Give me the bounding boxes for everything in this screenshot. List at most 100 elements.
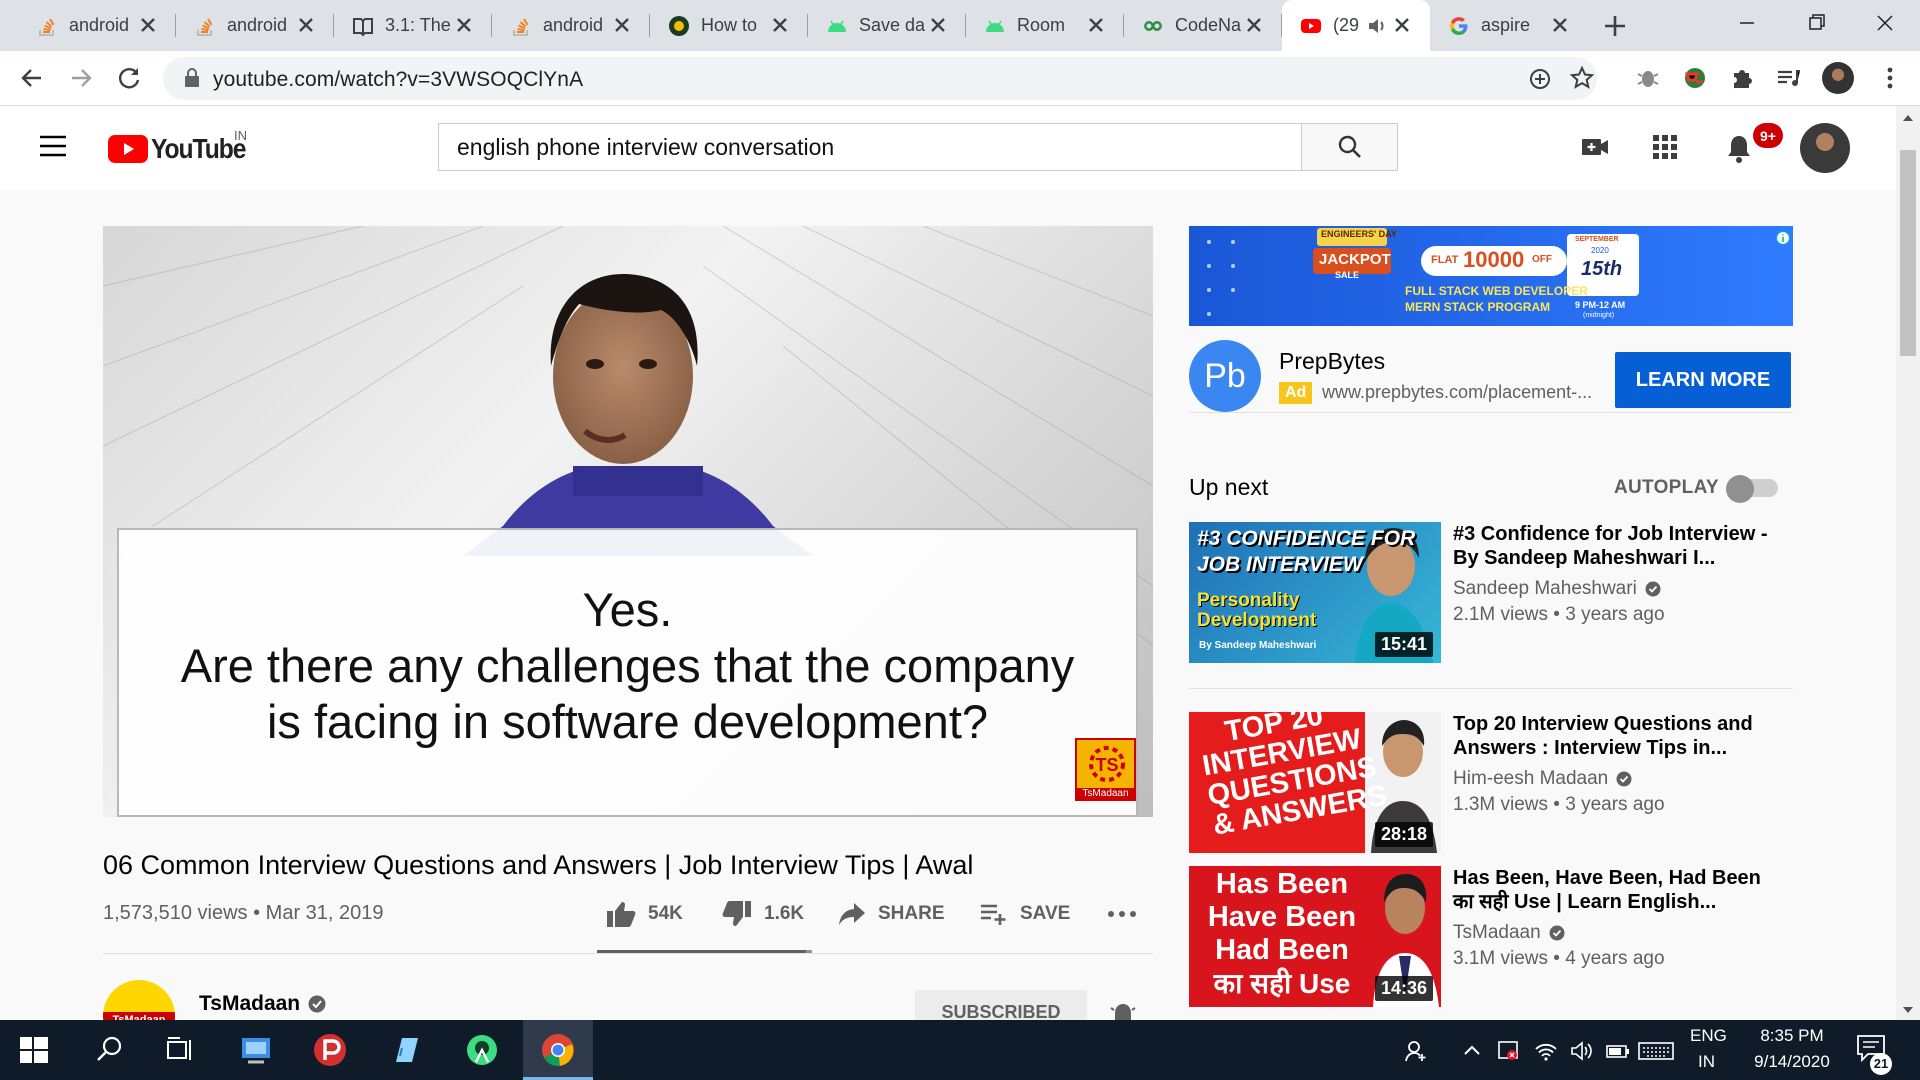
lock-icon[interactable] (183, 68, 201, 88)
like-button[interactable]: 54K (606, 894, 683, 934)
autoplay-toggle[interactable] (1726, 475, 1778, 503)
notepad-icon[interactable] (388, 1032, 424, 1068)
volume-icon[interactable] (1570, 1040, 1594, 1062)
address-bar[interactable]: youtube.com/watch?v=3VWSOQClYnA (163, 57, 1597, 100)
security-alert-icon[interactable] (1496, 1040, 1520, 1062)
save-button[interactable]: SAVE (980, 894, 1070, 934)
ad-badge: Ad (1279, 382, 1313, 404)
window-close-icon[interactable] (1862, 8, 1908, 38)
recommended-video[interactable]: Has Been Have Been Had Been का सही Use 1… (1189, 866, 1809, 1007)
bookmark-star-icon[interactable] (1569, 65, 1595, 91)
channel-name[interactable]: TsMadaan (199, 992, 326, 1016)
back-icon[interactable] (18, 64, 46, 92)
ad-banner[interactable]: ENGINEERS' DAY JACKPOT SALE FLAT 10000 O… (1189, 226, 1793, 326)
tab-android-1[interactable]: android (18, 0, 176, 51)
dislike-button[interactable]: 1.6K (722, 894, 804, 934)
task-view-icon[interactable] (162, 1032, 198, 1068)
video-title[interactable]: Top 20 Interview Questions and Answers :… (1453, 712, 1783, 760)
channel-bell-icon[interactable] (1108, 1002, 1138, 1020)
close-tab-icon[interactable] (1242, 13, 1266, 37)
video-title[interactable]: Has Been, Have Been, Had Been का सही Use… (1453, 866, 1783, 914)
create-video-icon[interactable] (1580, 132, 1610, 162)
video-player[interactable]: Yes. Are there any challenges that the c… (103, 226, 1153, 817)
close-tab-icon[interactable] (768, 13, 792, 37)
input-language[interactable]: ENG (1690, 1026, 1727, 1046)
input-region[interactable]: IN (1698, 1052, 1715, 1072)
ad-card[interactable]: Pb PrepBytes Ad www.prepbytes.com/placem… (1189, 340, 1793, 412)
close-tab-icon[interactable] (294, 13, 318, 37)
restore-icon[interactable] (1794, 8, 1840, 38)
close-tab-icon[interactable] (1084, 13, 1108, 37)
people-icon[interactable] (1404, 1040, 1428, 1062)
tab-room[interactable]: Room (966, 0, 1124, 51)
divider (1189, 412, 1793, 413)
hamburger-menu-icon[interactable] (38, 134, 68, 158)
page-scrollbar[interactable] (1896, 106, 1920, 1020)
recommended-video[interactable]: TOP 20 INTERVIEW QUESTIONS & ANSWERS 28:… (1189, 712, 1809, 853)
video-title[interactable]: #3 Confidence for Job Interview - By San… (1453, 522, 1783, 570)
video-thumbnail[interactable]: TOP 20 INTERVIEW QUESTIONS & ANSWERS 28:… (1189, 712, 1441, 853)
tab-aspire[interactable]: aspire (1430, 0, 1588, 51)
tab-how-to[interactable]: How to (650, 0, 808, 51)
scrollbar-thumb[interactable] (1900, 150, 1916, 356)
android-studio-icon[interactable] (464, 1032, 500, 1068)
close-tab-icon[interactable] (136, 13, 160, 37)
close-tab-icon[interactable] (926, 13, 950, 37)
close-tab-icon[interactable] (1390, 13, 1414, 37)
battery-icon[interactable] (1606, 1040, 1630, 1062)
youtube-logo[interactable]: YouTube IN (108, 128, 258, 166)
close-tab-icon[interactable] (1548, 13, 1572, 37)
search-icon[interactable] (92, 1032, 128, 1068)
tab-android-2[interactable]: android (176, 0, 334, 51)
bug-extension-icon[interactable] (1634, 64, 1662, 92)
reload-icon[interactable] (115, 64, 143, 92)
close-tab-icon[interactable] (610, 13, 634, 37)
recommended-video[interactable]: #3 CONFIDENCE FOR JOB INTERVIEW Personal… (1189, 522, 1809, 663)
scroll-down-arrow-icon[interactable] (1902, 1006, 1914, 1014)
tab-3-1[interactable]: 3.1: The (334, 0, 492, 51)
globe-extension-icon[interactable] (1681, 64, 1709, 92)
video-thumbnail[interactable]: Has Been Have Been Had Been का सही Use 1… (1189, 866, 1441, 1007)
tab-title: How to (701, 15, 758, 35)
forward-icon[interactable] (67, 64, 95, 92)
clock-date[interactable]: 9/14/2020 (1740, 1052, 1844, 1072)
more-actions-icon[interactable] (1106, 906, 1138, 922)
channel-name[interactable]: Sandeep Maheshwari (1453, 578, 1661, 600)
speaker-icon[interactable] (1366, 15, 1388, 37)
search-input[interactable] (438, 123, 1302, 171)
tsmadaan-watermark: TS TsMadaan (1075, 738, 1136, 801)
extensions-puzzle-icon[interactable] (1728, 64, 1756, 92)
account-avatar[interactable] (1800, 123, 1850, 173)
tab-save-data[interactable]: Save da (808, 0, 966, 51)
minimize-icon[interactable] (1724, 8, 1770, 38)
channel-name[interactable]: Him-eesh Madaan (1453, 768, 1632, 790)
taskbar-chrome-active[interactable] (523, 1020, 593, 1080)
new-tab-icon[interactable] (1600, 11, 1630, 41)
wifi-icon[interactable] (1534, 1040, 1558, 1062)
psiphon-icon[interactable] (312, 1032, 348, 1068)
windows-start-icon[interactable] (18, 1034, 50, 1066)
search-button[interactable] (1301, 123, 1398, 171)
keyboard-icon[interactable] (1638, 1040, 1674, 1062)
share-button[interactable]: SHARE (838, 894, 945, 934)
tab-codenation[interactable]: CodeNa (1124, 0, 1282, 51)
profile-avatar[interactable] (1822, 62, 1854, 94)
close-tab-icon[interactable] (452, 13, 476, 37)
tab-youtube-active[interactable]: (29 (1282, 0, 1430, 51)
video-thumbnail[interactable]: #3 CONFIDENCE FOR JOB INTERVIEW Personal… (1189, 522, 1441, 663)
show-hidden-icons-icon[interactable] (1460, 1040, 1484, 1062)
clock-time[interactable]: 8:35 PM (1752, 1026, 1832, 1046)
share-arrow-icon (839, 903, 865, 925)
tab-android-3[interactable]: android (492, 0, 650, 51)
apps-grid-icon[interactable] (1652, 134, 1678, 160)
add-circle-icon[interactable] (1527, 66, 1553, 92)
notifications-bell-icon[interactable] (1724, 133, 1754, 165)
chrome-menu-icon[interactable] (1876, 64, 1904, 92)
url-text[interactable]: youtube.com/watch?v=3VWSOQClYnA (213, 68, 583, 92)
scroll-up-arrow-icon[interactable] (1902, 114, 1914, 122)
media-queue-icon[interactable] (1774, 64, 1802, 92)
channel-name[interactable]: TsMadaan (1453, 922, 1565, 944)
file-explorer-icon[interactable] (238, 1032, 274, 1068)
learn-more-button[interactable]: LEARN MORE (1615, 352, 1791, 408)
ad-info-icon[interactable] (1775, 230, 1791, 246)
